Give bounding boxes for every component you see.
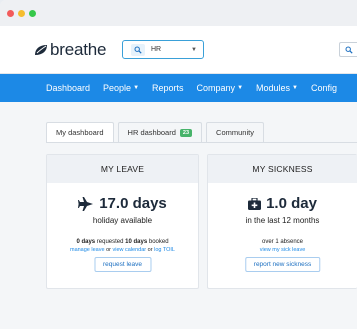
- report-sickness-button[interactable]: report new sickness: [244, 257, 321, 272]
- requested-text: requested: [96, 239, 124, 245]
- nav-label: People: [103, 83, 132, 93]
- sickness-detail: over 1 absence: [261, 239, 304, 245]
- nav-label: Company: [196, 83, 236, 93]
- search-icon: [131, 43, 145, 56]
- caret-down-icon: ▼: [237, 85, 244, 91]
- sickness-amount: 1.0 day: [208, 195, 357, 212]
- or-text: or: [106, 247, 111, 253]
- chevron-down-icon: ▼: [191, 46, 197, 53]
- nav-company[interactable]: Company ▼: [197, 83, 243, 93]
- tab-label: My dashboard: [56, 128, 104, 137]
- main-nav: Dashboard People ▼ Reports Company ▼ Modul…: [0, 74, 357, 102]
- maximize-window-dot[interactable]: [29, 10, 36, 17]
- requested-value: 0 days: [76, 239, 96, 245]
- booked-text: booked: [148, 239, 169, 245]
- nav-dashboard[interactable]: Dashboard: [46, 83, 90, 93]
- dashboard-content: My dashboard HR dashboard 23 Community M…: [0, 102, 357, 302]
- nav-label: Dashboard: [46, 83, 91, 93]
- app-header: breathe HR ▼: [0, 26, 357, 74]
- view-calendar-link[interactable]: view calendar: [113, 247, 147, 253]
- manage-leave-link[interactable]: manage leave: [70, 247, 105, 253]
- breathe-logo[interactable]: breathe: [34, 40, 106, 60]
- search-scope-value: HR: [151, 46, 162, 53]
- sickness-links: view my sick leave: [208, 247, 357, 253]
- caret-down-icon: ▼: [292, 85, 298, 91]
- sickness-subtitle: in the last 12 months: [245, 216, 320, 225]
- nav-label: Reports: [152, 83, 184, 93]
- my-sickness-card: MY SICKNESS 1.0 day in the last 12 month…: [207, 154, 357, 289]
- medical-kit-icon: [248, 197, 262, 210]
- leave-amount-value: 17.0 days: [99, 195, 167, 212]
- tab-label: HR dashboard: [127, 128, 176, 137]
- tab-community[interactable]: Community: [206, 122, 264, 142]
- airplane-icon: [78, 196, 94, 211]
- app-window: breathe HR ▼ Dashboard People ▼ Reports C…: [0, 0, 357, 329]
- notification-badge: 23: [179, 128, 193, 137]
- secondary-search-button[interactable]: [339, 42, 357, 57]
- logo-text: breathe: [50, 40, 107, 59]
- breathe-leaf-icon: [35, 45, 47, 55]
- tab-divider: [46, 142, 357, 143]
- nav-modules[interactable]: Modules ▼: [256, 83, 298, 93]
- nav-reports[interactable]: Reports: [152, 83, 184, 93]
- log-toil-link[interactable]: log TOIL: [154, 247, 175, 253]
- nav-config[interactable]: Config: [311, 83, 337, 93]
- search-scope-select[interactable]: HR ▼: [122, 40, 204, 59]
- close-window-dot[interactable]: [7, 10, 14, 17]
- nav-label: Config: [311, 83, 338, 93]
- card-title: MY SICKNESS: [208, 155, 357, 183]
- leave-subtitle: holiday available: [92, 216, 153, 225]
- search-icon: [345, 46, 353, 54]
- card-title: MY LEAVE: [47, 155, 198, 183]
- leave-amount: 17.0 days: [47, 195, 198, 212]
- request-leave-button[interactable]: request leave: [93, 257, 152, 272]
- booked-value: 10 days: [125, 239, 148, 245]
- leave-detail: 0 days requested 10 days booked: [47, 239, 198, 245]
- view-sick-leave-link[interactable]: view my sick leave: [260, 247, 306, 253]
- dashboard-tabs: My dashboard HR dashboard 23 Community: [46, 122, 264, 142]
- leave-links: manage leave or view calendar or log TOI…: [47, 247, 198, 253]
- tab-hr-dashboard[interactable]: HR dashboard 23: [117, 122, 203, 142]
- caret-down-icon: ▼: [133, 85, 140, 91]
- or-text: or: [147, 247, 153, 253]
- tab-label: Community: [216, 128, 254, 137]
- my-leave-card: MY LEAVE 17.0 days holiday available 0 d…: [46, 154, 199, 289]
- nav-label: Modules: [256, 83, 291, 93]
- title-bar: [0, 0, 357, 26]
- nav-people[interactable]: People ▼: [103, 83, 139, 93]
- tab-my-dashboard[interactable]: My dashboard: [46, 122, 114, 142]
- sickness-amount-value: 1.0 day: [266, 195, 317, 212]
- minimize-window-dot[interactable]: [18, 10, 25, 17]
